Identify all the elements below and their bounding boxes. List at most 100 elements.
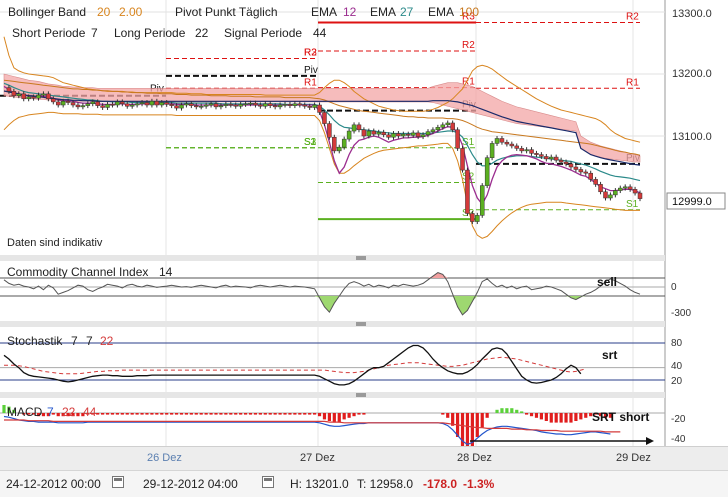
macd-hist-bar: [140, 413, 144, 415]
candle-body: [381, 132, 386, 136]
candle-body: [327, 123, 332, 138]
cci-label: Commodity Channel Index: [7, 265, 148, 279]
stoch-param-2: 7: [86, 334, 93, 348]
candle-body: [203, 104, 209, 107]
candle-body: [302, 104, 307, 107]
macd-hist-bar: [155, 413, 159, 415]
candle-body: [198, 105, 204, 108]
candle-body: [134, 103, 140, 106]
candle-body: [223, 104, 229, 106]
high-value: H: 13201.0: [290, 477, 349, 491]
candle-body: [26, 96, 31, 100]
candle-body: [583, 171, 589, 174]
candle-body: [55, 101, 61, 106]
stoch-d-line: [4, 356, 586, 375]
price-axis: 13300.0 13200.0 13100.0 12999.0: [666, 8, 726, 210]
macd-hist-bar: [170, 413, 174, 415]
chart-window: R3R2R1PivS1S2S3R3R2R1PivS1S2S3R2R1PivS1P…: [0, 0, 728, 497]
candle-body: [361, 129, 367, 137]
ema12-label: EMA: [311, 5, 337, 19]
candle-body: [593, 179, 598, 185]
pivot-label-r2-1: R2: [462, 40, 475, 51]
from-date[interactable]: 24-12-2012 00:00: [6, 477, 101, 491]
candle-body: [115, 101, 120, 106]
footer-bar: 24-12-2012 00:00 29-12-2012 04:00 H: 132…: [0, 470, 728, 497]
price-tick-13100: 13100.0: [672, 131, 712, 143]
ema27-value: 27: [400, 5, 414, 19]
candle-body: [406, 133, 411, 136]
candle-body: [75, 104, 81, 108]
separator-1[interactable]: [0, 255, 665, 261]
macd-hist-bar: [564, 413, 568, 423]
macd-hist-bar: [322, 413, 327, 420]
macd-hist-bar: [194, 413, 198, 415]
time-axis: 26 Dez 27 Dez 28 Dez 29 Dez: [0, 446, 728, 471]
macd-hist-bar: [337, 413, 341, 423]
candle-body: [21, 93, 26, 100]
ema100-value: 100: [459, 5, 479, 19]
macd-hist-bar: [184, 413, 189, 415]
stoch-tick-80: 80: [671, 338, 683, 349]
price-tick-13200: 13200.0: [672, 68, 712, 80]
separator-grip-2: [356, 393, 366, 397]
candle-body: [144, 102, 150, 106]
to-date[interactable]: 29-12-2012 04:00: [143, 477, 238, 491]
candle-body: [534, 153, 539, 155]
candle-body: [549, 156, 554, 160]
candle-body: [435, 127, 441, 131]
candle-body: [573, 166, 579, 170]
macd-hist-bar: [135, 413, 139, 415]
candle-body: [494, 138, 500, 144]
change-pct: -1.3%: [463, 477, 495, 491]
short-period-label: Short Periode: [12, 26, 86, 40]
macd-hist-bar: [273, 413, 277, 415]
pivot-label-r2-3: R2: [626, 12, 639, 23]
candle-body: [504, 141, 510, 145]
macd-param-1: 7: [47, 405, 54, 419]
macd-hist-bar: [209, 413, 213, 415]
candle-body: [65, 101, 71, 103]
candle-body: [376, 132, 381, 135]
candle-body: [479, 185, 485, 216]
candle-body: [425, 131, 431, 136]
bollinger-param-2: 2.00: [119, 5, 143, 19]
candle-body: [401, 133, 406, 137]
candle-body: [149, 101, 155, 106]
low-value: T: 12958.0: [357, 477, 414, 491]
stochastic-panel: [0, 342, 665, 386]
candle-body: [603, 191, 608, 199]
macd-hist-bar: [308, 413, 312, 415]
ema100-label: EMA: [428, 5, 454, 19]
candle-body: [332, 136, 337, 152]
candle-body: [337, 146, 342, 152]
candle-body: [194, 105, 199, 108]
candle-body: [213, 103, 219, 108]
separator-3[interactable]: [0, 392, 665, 398]
cci-signal: sell: [597, 275, 617, 289]
candle-body: [475, 215, 480, 222]
macd-hist-bar: [362, 413, 366, 415]
cci-tick-minus300: -300: [671, 308, 691, 319]
candle-body: [105, 104, 110, 108]
macd-trend-arrow: [470, 437, 654, 445]
macd-hist-bar: [234, 413, 238, 415]
candle-body: [233, 104, 238, 107]
calendar-icon-from[interactable]: [112, 476, 124, 488]
short-period-value: 7: [91, 26, 98, 40]
macd-hist-bar: [303, 413, 307, 415]
macd-hist-bar: [263, 413, 267, 415]
macd-hist-bar: [258, 413, 262, 415]
macd-hist-bar: [278, 413, 282, 415]
calendar-icon-to[interactable]: [262, 476, 274, 488]
pivot-label-r2-0: R2: [304, 48, 317, 59]
macd-tick-minus20: -20: [671, 414, 686, 425]
separator-2[interactable]: [0, 321, 665, 327]
candle-body: [41, 93, 46, 96]
x-label-26: 26 Dez: [147, 452, 182, 464]
macd-hist-bar: [475, 413, 479, 437]
candle-body: [90, 101, 95, 105]
macd-hist-bar: [110, 413, 115, 415]
candle-body: [120, 101, 125, 105]
macd-hist-bar: [495, 409, 499, 413]
macd-hist-bar: [76, 413, 80, 417]
